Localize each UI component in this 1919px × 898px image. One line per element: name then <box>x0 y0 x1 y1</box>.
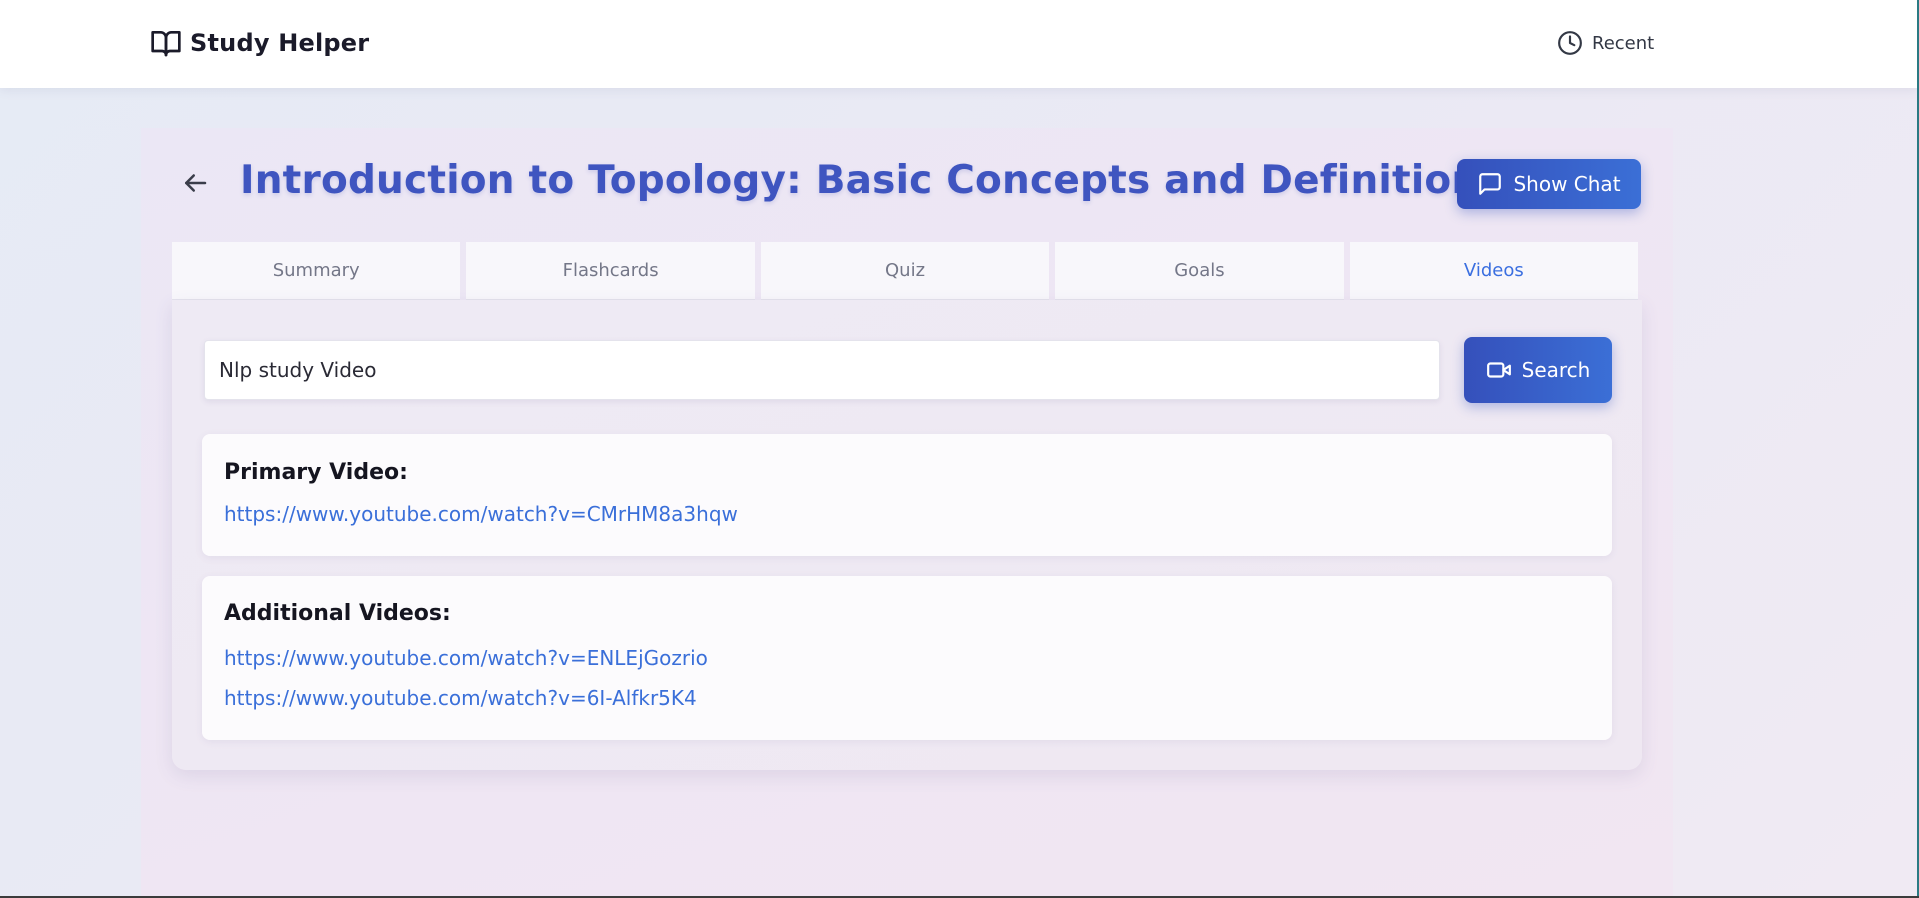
tab-goals[interactable]: Goals <box>1055 242 1344 300</box>
back-button[interactable] <box>180 168 210 198</box>
tab-videos[interactable]: Videos <box>1349 242 1639 300</box>
chat-bubble-icon <box>1479 173 1502 195</box>
recent-label: Recent <box>1592 32 1655 54</box>
additional-videos-card: Additional Videos: https://www.youtube.c… <box>202 576 1612 740</box>
book-open-icon <box>151 31 181 57</box>
primary-video-heading: Primary Video: <box>224 460 408 485</box>
tab-flashcards[interactable]: Flashcards <box>466 242 755 300</box>
show-chat-button[interactable]: Show Chat <box>1457 159 1641 209</box>
recent-button[interactable]: Recent <box>1557 29 1654 57</box>
additional-videos-heading: Additional Videos: <box>224 601 451 626</box>
tab-quiz[interactable]: Quiz <box>760 242 1050 300</box>
video-search-button[interactable]: Search <box>1464 337 1612 403</box>
tab-summary[interactable]: Summary <box>172 242 461 300</box>
clock-icon <box>1558 31 1582 55</box>
page-title: Introduction to Topology: Basic Concepts… <box>240 158 1503 203</box>
primary-video-link[interactable]: https://www.youtube.com/watch?v=CMrHM8a3… <box>224 502 738 526</box>
video-search-input[interactable] <box>204 340 1440 400</box>
primary-video-card: Primary Video: https://www.youtube.com/w… <box>202 434 1612 556</box>
show-chat-label: Show Chat <box>1513 172 1621 196</box>
additional-video-link[interactable]: https://www.youtube.com/watch?v=6I-Alfkr… <box>224 686 697 710</box>
tab-bar: Summary Flashcards Quiz Goals Videos <box>172 242 1639 300</box>
top-navbar: Study Helper Recent <box>0 0 1917 88</box>
brand-title: Study Helper <box>190 29 370 57</box>
video-camera-icon <box>1486 362 1511 378</box>
additional-video-link[interactable]: https://www.youtube.com/watch?v=ENLEjGoz… <box>224 646 708 670</box>
search-button-label: Search <box>1521 358 1591 382</box>
brand[interactable]: Study Helper <box>150 26 369 60</box>
arrow-left-icon <box>185 174 207 192</box>
